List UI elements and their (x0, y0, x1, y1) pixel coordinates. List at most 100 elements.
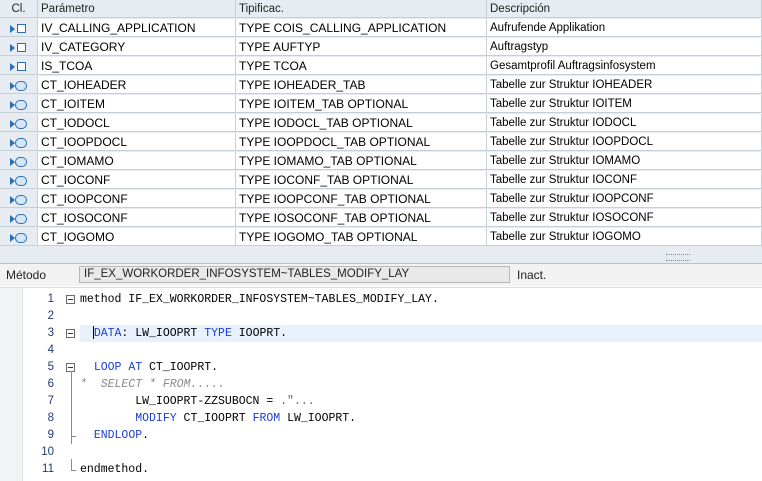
parameter-kind-cell[interactable] (0, 133, 38, 151)
splitter-grip-icon[interactable] (666, 254, 690, 261)
parameter-description-cell[interactable]: Tabelle zur Struktur IOOPDOCL (487, 133, 762, 151)
code-line[interactable]: 1 method IF_EX_WORKORDER_INFOSYSTEM~TABLE… (0, 291, 762, 308)
code-token: . (142, 429, 150, 442)
parameter-description-cell[interactable]: Tabelle zur Struktur IOOPCONF (487, 190, 762, 208)
parameter-name-cell[interactable]: CT_IOOPCONF (38, 190, 236, 208)
parameter-kind-cell[interactable] (0, 38, 38, 56)
table-row[interactable]: CT_IOMAMO TYPE IOMAMO_TAB OPTIONAL Tabelle… (0, 152, 762, 171)
code-line[interactable]: 10 (0, 444, 762, 461)
table-row[interactable]: CT_IOOPDOCL TYPE IOOPDOCL_TAB OPTIONAL Tab… (0, 133, 762, 152)
changing-parameter-icon (8, 99, 30, 111)
code-line[interactable]: 9 ENDLOOP. (0, 427, 762, 444)
code-line[interactable]: 6 * SELECT * FROM..... (0, 376, 762, 393)
table-row[interactable]: CT_IODOCL TYPE IODOCL_TAB OPTIONAL Tabelle… (0, 114, 762, 133)
parameter-description-cell[interactable]: Tabelle zur Struktur IOSOCONF (487, 209, 762, 227)
table-row[interactable]: CT_IOHEADER TYPE IOHEADER_TAB Tabelle zur … (0, 76, 762, 95)
parameter-type-cell[interactable]: TYPE IODOCL_TAB OPTIONAL (236, 114, 487, 132)
parameter-type-cell[interactable]: TYPE IOOPCONF_TAB OPTIONAL (236, 190, 487, 208)
code-token: ENDLOOP (93, 429, 143, 442)
parameter-kind-cell[interactable] (0, 190, 38, 208)
parameter-description-cell[interactable]: Auftragstyp (487, 38, 762, 56)
column-header-class[interactable]: Cl. (0, 0, 38, 18)
table-row[interactable]: IV_CATEGORY TYPE AUFTYP Auftragstyp (0, 38, 762, 57)
parameter-name-cell[interactable]: IS_TCOA (38, 57, 236, 75)
column-header-description[interactable]: Descripción (487, 0, 762, 18)
parameter-name-cell[interactable]: CT_IOHEADER (38, 76, 236, 94)
code-editor[interactable]: 1 method IF_EX_WORKORDER_INFOSYSTEM~TABLE… (0, 287, 762, 481)
parameter-description-cell[interactable]: Aufrufende Applikation (487, 19, 762, 37)
parameter-description-cell[interactable]: Tabelle zur Struktur IOITEM (487, 95, 762, 113)
table-row[interactable]: CT_IOCONF TYPE IOCONF_TAB OPTIONAL Tabelle… (0, 171, 762, 190)
method-label: Método (6, 268, 47, 282)
table-row[interactable]: IV_CALLING_APPLICATION TYPE COIS_CALLING_… (0, 19, 762, 38)
parameter-type-cell[interactable]: TYPE IOITEM_TAB OPTIONAL (236, 95, 487, 113)
code-text: endmethod. (80, 461, 149, 478)
table-row[interactable]: IS_TCOA TYPE TCOA Gesamtprofil Auftragsinf… (0, 57, 762, 76)
parameter-name-cell[interactable]: CT_IOMAMO (38, 152, 236, 170)
parameter-kind-cell[interactable] (0, 228, 38, 246)
method-block-end-marker (71, 470, 76, 471)
parameter-name-cell[interactable]: IV_CATEGORY (38, 38, 236, 56)
parameter-name-cell[interactable]: CT_IOITEM (38, 95, 236, 113)
parameter-type-cell[interactable]: TYPE IOOPDOCL_TAB OPTIONAL (236, 133, 487, 151)
parameter-description-cell[interactable]: Tabelle zur Struktur IODOCL (487, 114, 762, 132)
table-row[interactable]: CT_IOSOCONF TYPE IOSOCONF_TAB OPTIONAL Tab… (0, 209, 762, 228)
column-header-typing[interactable]: Tipificac. (236, 0, 487, 18)
table-row[interactable]: CT_IOOPCONF TYPE IOOPCONF_TAB OPTIONAL Tab… (0, 190, 762, 209)
parameter-type-cell[interactable]: TYPE AUFTYP (236, 38, 487, 56)
parameter-description-cell[interactable]: Tabelle zur Struktur IOHEADER (487, 76, 762, 94)
horizontal-resize-area (0, 253, 762, 263)
parameter-name-cell[interactable]: CT_IOOPDOCL (38, 133, 236, 151)
table-row[interactable]: CT_IOITEM TYPE IOITEM_TAB OPTIONAL Tabelle… (0, 95, 762, 114)
code-token: IOOPRT. (231, 327, 288, 340)
parameter-name-cell[interactable]: CT_IOSOCONF (38, 209, 236, 227)
code-line[interactable]: 4 (0, 342, 762, 359)
parameter-type-cell[interactable]: TYPE IOCONF_TAB OPTIONAL (236, 171, 487, 189)
code-line[interactable]: 2 (0, 308, 762, 325)
parameter-name-cell[interactable]: IV_CALLING_APPLICATION (38, 19, 236, 37)
parameter-kind-cell[interactable] (0, 95, 38, 113)
parameter-type-cell[interactable]: TYPE IOSOCONF_TAB OPTIONAL (236, 209, 487, 227)
parameter-type-cell[interactable]: TYPE COIS_CALLING_APPLICATION (236, 19, 487, 37)
parameter-kind-cell[interactable] (0, 152, 38, 170)
parameter-description-cell[interactable]: Tabelle zur Struktur IOGOMO (487, 228, 762, 246)
changing-parameter-icon (8, 80, 30, 92)
parameter-kind-cell[interactable] (0, 171, 38, 189)
parameter-description-cell[interactable]: Tabelle zur Struktur IOCONF (487, 171, 762, 189)
parameter-kind-cell[interactable] (0, 76, 38, 94)
parameter-name-cell[interactable]: CT_IODOCL (38, 114, 236, 132)
code-line[interactable]: 5 LOOP AT CT_IOOPRT. (0, 359, 762, 376)
parameter-type-cell[interactable]: TYPE TCOA (236, 57, 487, 75)
line-number: 6 (47, 378, 54, 390)
parameter-name-cell[interactable]: CT_IOGOMO (38, 228, 236, 246)
parameter-description-cell[interactable]: Tabelle zur Struktur IOMAMO (487, 152, 762, 170)
parameter-type-cell[interactable]: TYPE IOHEADER_TAB (236, 76, 487, 94)
method-bar: Método IF_EX_WORKORDER_INFOSYSTEM~TABLES… (0, 264, 762, 286)
fold-toggle-icon[interactable] (66, 295, 75, 304)
parameter-kind-cell[interactable] (0, 114, 38, 132)
code-line[interactable]: 8 MODIFY CT_IOOPRT FROM LW_IOOPRT. (0, 410, 762, 427)
code-text: LOOP AT CT_IOOPRT. (80, 359, 218, 376)
table-row[interactable]: CT_IOGOMO TYPE IOGOMO_TAB OPTIONAL Tabelle… (0, 228, 762, 247)
code-line[interactable]: 11 endmethod. (0, 461, 762, 478)
code-line[interactable]: 7 LW_IOOPRT-ZZSUBOCN = ."... (0, 393, 762, 410)
column-header-parameter[interactable]: Parámetro (38, 0, 236, 18)
parameter-type-cell[interactable]: TYPE IOMAMO_TAB OPTIONAL (236, 152, 487, 170)
code-token: DATA (93, 327, 122, 340)
parameter-type-cell[interactable]: TYPE IOGOMO_TAB OPTIONAL (236, 228, 487, 246)
parameter-kind-cell[interactable] (0, 19, 38, 37)
parameter-description-cell[interactable]: Gesamtprofil Auftragsinfosystem (487, 57, 762, 75)
method-name-field[interactable]: IF_EX_WORKORDER_INFOSYSTEM~TABLES_MODIFY… (79, 266, 510, 283)
parameter-name-cell[interactable]: CT_IOCONF (38, 171, 236, 189)
importing-parameter-icon (8, 61, 30, 73)
changing-parameter-icon (8, 213, 30, 225)
line-number: 7 (47, 395, 54, 407)
fold-toggle-icon[interactable] (66, 329, 75, 338)
table-header-row: Cl. Parámetro Tipificac. Descripción (0, 0, 762, 19)
code-line[interactable]: 3 DATA: LW_IOOPRT TYPE IOOPRT. (48, 325, 762, 342)
code-text: MODIFY CT_IOOPRT FROM LW_IOOPRT. (80, 410, 356, 427)
parameter-kind-cell[interactable] (0, 57, 38, 75)
parameter-kind-cell[interactable] (0, 209, 38, 227)
code-text: * SELECT * FROM..... (80, 376, 225, 393)
